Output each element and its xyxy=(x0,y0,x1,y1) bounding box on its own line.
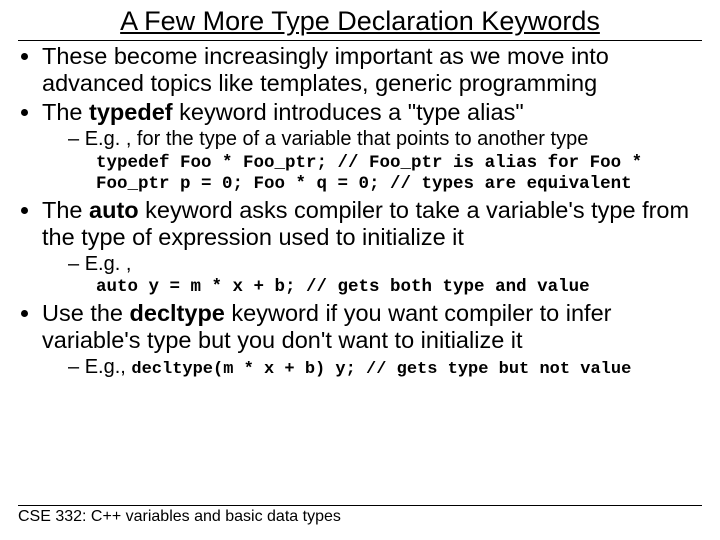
b3-sublist: E.g. , xyxy=(42,253,702,277)
bullet-1-text: These become increasingly important as w… xyxy=(42,43,609,96)
slide-title: A Few More Type Declaration Keywords xyxy=(18,6,702,41)
footer: CSE 332: C++ variables and basic data ty… xyxy=(18,505,702,526)
b2-code-line1: typedef Foo * Foo_ptr; // Foo_ptr is ali… xyxy=(96,153,702,174)
footer-text: CSE 332: C++ variables and basic data ty… xyxy=(18,508,341,525)
b3-pre: The xyxy=(42,197,89,223)
b2-sub: E.g. , for the type of a variable that p… xyxy=(68,128,702,152)
bullet-3: The auto keyword asks compiler to take a… xyxy=(42,197,702,299)
b2-pre: The xyxy=(42,99,89,125)
title-text: A Few More Type Declaration Keywords xyxy=(120,6,600,36)
slide: A Few More Type Declaration Keywords The… xyxy=(0,0,720,540)
bullet-1: These become increasingly important as w… xyxy=(42,43,702,97)
b2-post: keyword introduces a "type alias" xyxy=(173,99,524,125)
b4-sublist: E.g., decltype(m * x + b) y; // gets typ… xyxy=(42,356,702,380)
bullet-4: Use the decltype keyword if you want com… xyxy=(42,300,702,380)
b2-keyword: typedef xyxy=(89,99,173,125)
b3-post: keyword asks compiler to take a variable… xyxy=(42,197,689,250)
b2-sub-text: E.g. , for the type of a variable that p… xyxy=(85,128,589,150)
b3-keyword: auto xyxy=(89,197,139,223)
b3-code-line: auto y = m * x + b; // gets both type an… xyxy=(96,277,702,298)
bullet-2: The typedef keyword introduces a "type a… xyxy=(42,99,702,195)
b4-sub-pre: E.g., xyxy=(85,356,132,378)
b4-sub-code: decltype(m * x + b) y; // gets type but … xyxy=(131,360,631,379)
b4-pre: Use the xyxy=(42,300,130,326)
b3-sub: E.g. , xyxy=(68,253,702,277)
b2-code-line2: Foo_ptr p = 0; Foo * q = 0; // types are… xyxy=(96,174,702,195)
b4-keyword: decltype xyxy=(130,300,225,326)
b4-sub: E.g., decltype(m * x + b) y; // gets typ… xyxy=(68,356,702,380)
b2-sublist: E.g. , for the type of a variable that p… xyxy=(42,128,702,152)
bullet-list: These become increasingly important as w… xyxy=(18,43,702,380)
b3-sub-text: E.g. , xyxy=(85,253,132,275)
